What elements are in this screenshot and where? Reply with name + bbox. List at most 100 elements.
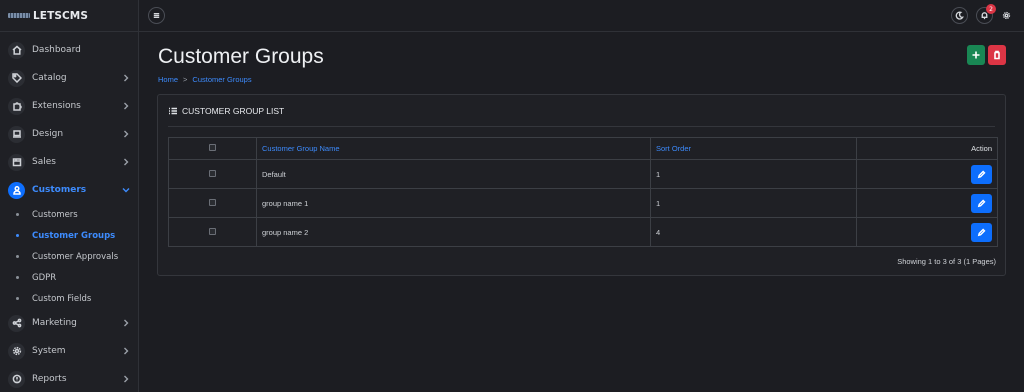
sidebar-item-label: Sales (32, 157, 56, 167)
share-icon (8, 314, 25, 332)
group-name-cell: Default (256, 159, 651, 189)
row-select-cell (168, 159, 257, 189)
trash-icon (994, 50, 1000, 60)
chevron-right-icon (121, 129, 131, 139)
chevron-right-icon (121, 157, 131, 167)
customer-group-table: Customer Group Name Sort Order Action De… (168, 137, 998, 247)
sidebar-subitem-customer-approvals[interactable]: Customer Approvals (0, 246, 138, 267)
chevron-right-icon (121, 73, 131, 83)
column-header-sort-order[interactable]: Sort Order (650, 137, 857, 160)
chevron-right-icon (121, 346, 131, 356)
action-cell (856, 188, 998, 218)
notification-badge: 2 (986, 4, 996, 14)
table-row: group name 1 1 (168, 188, 998, 218)
breadcrumb: Home > Customer Groups (158, 75, 252, 84)
breadcrumb-current-link[interactable]: Customer Groups (192, 75, 251, 84)
delete-button[interactable] (988, 45, 1006, 65)
pencil-icon (977, 228, 986, 236)
bullet-icon (16, 276, 19, 279)
sidebar-subitem-label: Customer Approvals (32, 251, 119, 262)
customer-group-card: CUSTOMER GROUP LIST Customer Group Name … (157, 94, 1006, 276)
menu-toggle-button[interactable] (148, 7, 165, 24)
chevron-right-icon (121, 374, 131, 384)
row-select-cell (168, 188, 257, 218)
sidebar-subitem-customers[interactable]: Customers (0, 204, 138, 225)
sidebar-item-label: Design (32, 129, 64, 139)
bullet-icon (16, 297, 19, 300)
chevron-down-icon (121, 185, 131, 195)
hamburger-icon (153, 13, 160, 18)
select-all-cell (168, 137, 257, 160)
sidebar-item-label: Catalog (32, 73, 67, 83)
table-header-row: Customer Group Name Sort Order Action (168, 137, 998, 160)
sidebar-subitem-customer-groups[interactable]: Customer Groups (0, 225, 138, 246)
sidebar-item-reports[interactable]: Reports (0, 365, 138, 392)
chevron-right-icon (121, 101, 131, 111)
sidebar-item-label: Reports (32, 374, 67, 384)
cart-icon (8, 153, 25, 171)
plus-icon (972, 51, 980, 59)
sidebar-subitem-label: Custom Fields (32, 293, 92, 304)
dark-mode-button[interactable] (951, 7, 968, 24)
add-button[interactable] (967, 45, 985, 65)
breadcrumb-home-link[interactable]: Home (158, 75, 178, 84)
row-checkbox[interactable] (209, 198, 216, 206)
notifications-button[interactable]: 2 (976, 4, 996, 24)
laptop-icon (8, 125, 25, 143)
sidebar-item-label: Customers (32, 185, 87, 195)
sort-order-cell: 4 (650, 217, 857, 247)
sort-order-cell: 1 (650, 159, 857, 189)
sidebar-item-system[interactable]: System (0, 337, 138, 365)
select-all-checkbox[interactable] (209, 144, 216, 151)
sidebar-item-customers[interactable]: Customers (0, 176, 138, 204)
user-icon (8, 181, 25, 199)
brand[interactable]: LETSCMS (0, 0, 138, 32)
edit-button[interactable] (971, 222, 992, 242)
sidebar-nav: Dashboard Catalog Extensions Design Sale… (0, 32, 138, 392)
info-icon (8, 370, 25, 388)
edit-button[interactable] (971, 193, 992, 213)
sidebar-item-marketing[interactable]: Marketing (0, 309, 138, 337)
gear-icon (1002, 11, 1011, 20)
table-row: Default 1 (168, 159, 998, 189)
pagination-info: Showing 1 to 3 of 3 (1 Pages) (897, 257, 996, 266)
chevron-right-icon (121, 318, 131, 328)
pencil-icon (977, 170, 986, 178)
moon-icon (955, 11, 964, 20)
sidebar-subitem-label: Customer Groups (32, 230, 116, 241)
list-icon (169, 107, 177, 114)
breadcrumb-separator: > (183, 75, 188, 84)
sidebar-item-extensions[interactable]: Extensions (0, 92, 138, 120)
settings-button[interactable] (998, 7, 1015, 24)
table-row: group name 2 4 (168, 217, 998, 247)
logo-icon (8, 13, 30, 18)
action-cell (856, 159, 998, 189)
sidebar-item-sales[interactable]: Sales (0, 148, 138, 176)
card-header-title: CUSTOMER GROUP LIST (182, 105, 285, 116)
home-icon (8, 41, 25, 59)
pencil-icon (977, 199, 986, 207)
sidebar-subitem-custom-fields[interactable]: Custom Fields (0, 288, 138, 309)
sidebar-item-design[interactable]: Design (0, 120, 138, 148)
sidebar: LETSCMS Dashboard Catalog Extensions Des… (0, 0, 139, 392)
edit-button[interactable] (971, 164, 992, 184)
sidebar-item-dashboard[interactable]: Dashboard (0, 36, 138, 64)
bullet-icon (16, 255, 19, 258)
sidebar-item-label: Dashboard (32, 45, 81, 55)
sort-order-cell: 1 (650, 188, 857, 218)
action-cell (856, 217, 998, 247)
row-checkbox[interactable] (209, 227, 216, 235)
sidebar-item-label: Extensions (32, 101, 81, 111)
column-header-name[interactable]: Customer Group Name (256, 137, 651, 160)
sidebar-item-label: System (32, 346, 66, 356)
sidebar-item-catalog[interactable]: Catalog (0, 64, 138, 92)
card-header: CUSTOMER GROUP LIST (168, 95, 995, 127)
sidebar-subitem-label: Customers (32, 209, 78, 220)
sidebar-item-label: Marketing (32, 318, 77, 328)
brand-name: LETSCMS (33, 9, 89, 22)
sidebar-subitem-gdpr[interactable]: GDPR (0, 267, 138, 288)
row-checkbox[interactable] (209, 169, 216, 177)
gear-icon (8, 342, 25, 360)
group-name-cell: group name 2 (256, 217, 651, 247)
page-title: Customer Groups (158, 45, 324, 68)
